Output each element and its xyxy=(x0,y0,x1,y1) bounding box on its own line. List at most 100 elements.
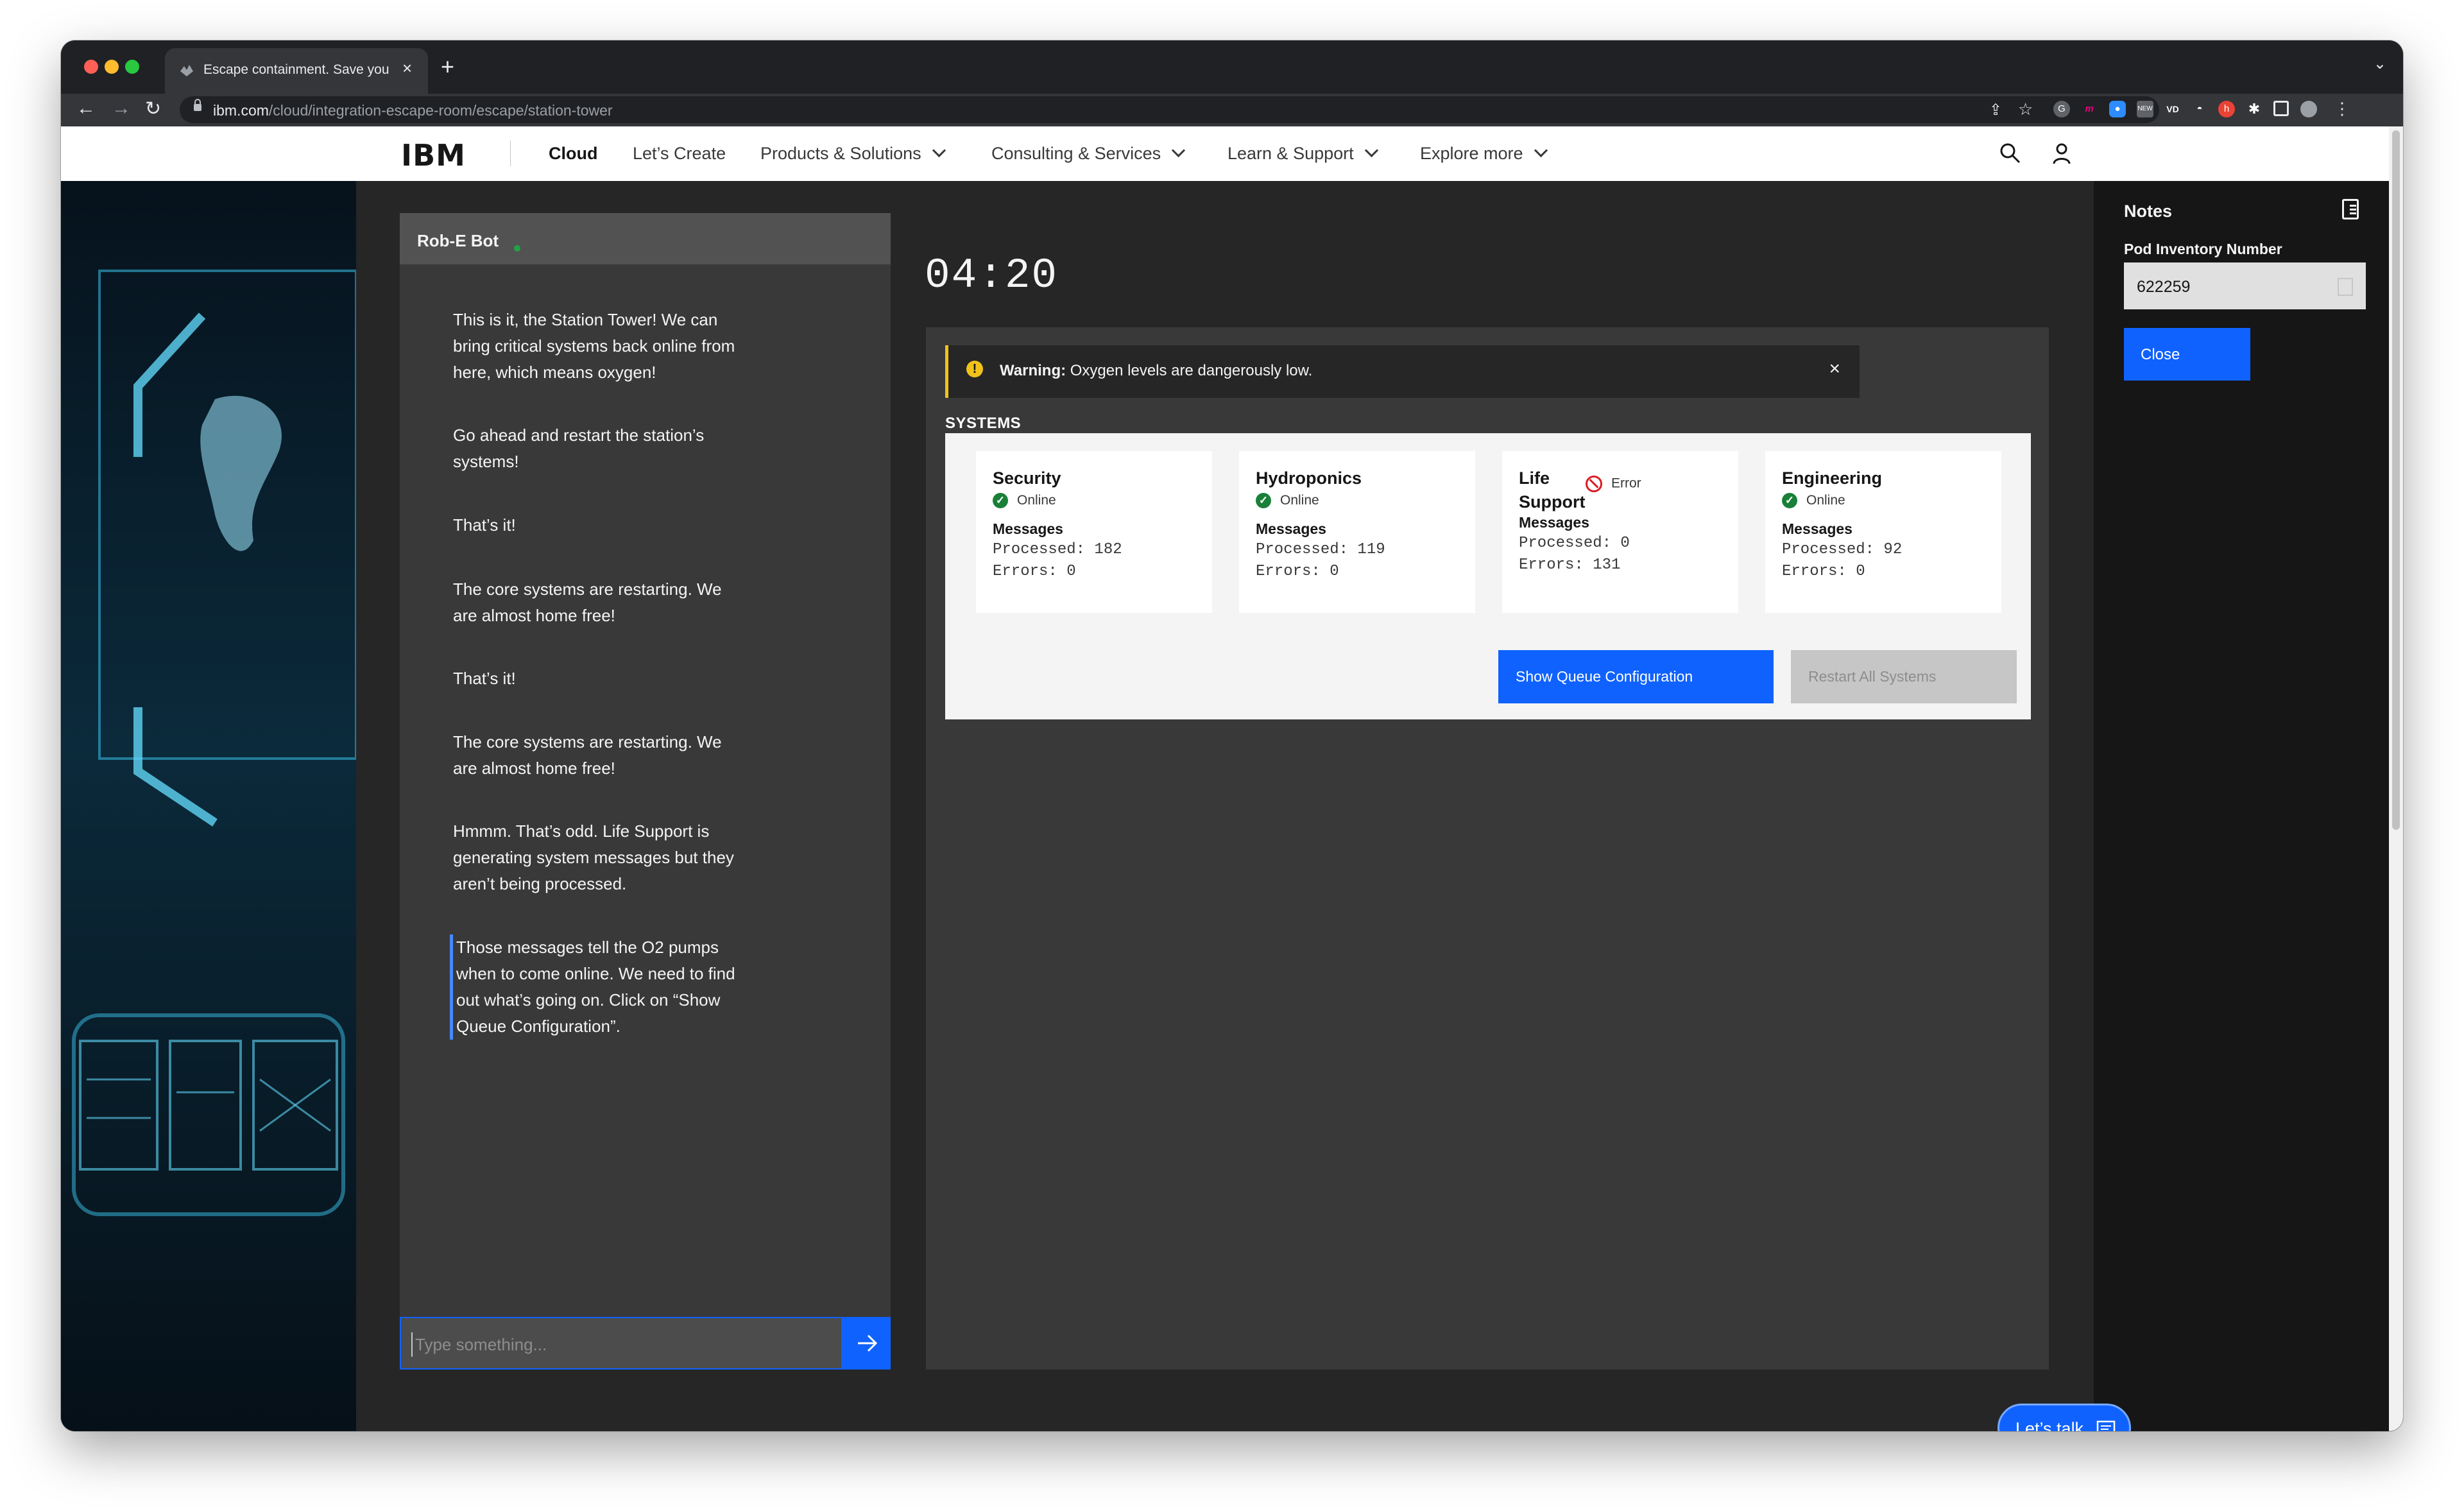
close-icon[interactable]: × xyxy=(1829,358,1840,380)
bookmark-star-icon[interactable]: ☆ xyxy=(2018,99,2033,119)
arrow-right-icon xyxy=(858,1334,878,1352)
status-badge: ✓ Online xyxy=(1782,493,1845,509)
tab-close-icon[interactable]: × xyxy=(402,58,412,78)
chat-input-box[interactable] xyxy=(400,1317,843,1370)
extensions-puzzle-icon[interactable]: ✱ xyxy=(2246,101,2263,117)
send-button[interactable] xyxy=(843,1317,891,1370)
side-panel-icon[interactable] xyxy=(2273,101,2289,116)
error-count: Errors: 0 xyxy=(993,563,1076,580)
nav-item-lets-create[interactable]: Let’s Create xyxy=(633,144,726,164)
browser-tab[interactable]: Escape containment. Save you × xyxy=(165,48,428,94)
url-text: ibm.com/cloud/integration-escape-room/es… xyxy=(213,102,613,119)
chevron-down-icon xyxy=(1534,143,1548,158)
nav-item-cloud[interactable]: Cloud xyxy=(549,144,597,164)
masthead-divider xyxy=(510,141,511,166)
systems-heading: SYSTEMS xyxy=(945,415,1022,432)
user-icon[interactable] xyxy=(2050,142,2073,165)
warning-message: Warning: Oxygen levels are dangerously l… xyxy=(1000,362,1312,380)
error-icon xyxy=(1586,476,1602,492)
system-card-hydroponics: Hydroponics ✓ Online Messages Processed: … xyxy=(1239,451,1475,613)
status-text: Online xyxy=(1806,493,1845,508)
nav-item-products-solutions[interactable]: Products & Solutions xyxy=(760,143,946,164)
extension-eye-icon[interactable]: ◓ xyxy=(2191,101,2208,117)
browser-window: Escape containment. Save you × + ⌄ ← → ↻… xyxy=(61,40,2403,1431)
minimize-window-icon[interactable] xyxy=(105,60,119,74)
forward-arrow-icon[interactable]: → xyxy=(112,98,131,119)
maximize-window-icon[interactable] xyxy=(125,60,139,74)
ibm-logo[interactable]: IBM xyxy=(401,138,466,173)
chat-message: This is it, the Station Tower! We can br… xyxy=(453,310,735,382)
chat-message: The core systems are restarting. We are … xyxy=(453,580,722,625)
processed-count: Processed: 182 xyxy=(993,541,1122,558)
processed-count: Processed: 0 xyxy=(1519,535,1630,552)
pod-inventory-field[interactable]: 622259 xyxy=(2124,262,2366,309)
show-queue-configuration-button[interactable]: Show Queue Configuration xyxy=(1498,650,1774,703)
close-window-icon[interactable] xyxy=(84,60,98,74)
restart-all-systems-button[interactable]: Restart All Systems xyxy=(1791,650,2017,703)
back-arrow-icon[interactable]: ← xyxy=(76,98,96,119)
chat-message: That’s it! xyxy=(453,669,516,688)
notebook-icon[interactable] xyxy=(2342,199,2359,219)
copy-icon[interactable] xyxy=(2338,278,2353,296)
status-badge: ✓ Online xyxy=(993,493,1056,509)
share-icon[interactable]: ⇪ xyxy=(1989,101,2002,119)
extension-m-icon[interactable]: m xyxy=(2081,101,2098,117)
system-name: Security xyxy=(993,468,1061,488)
extension-g-icon[interactable]: G xyxy=(2053,101,2070,117)
notes-title: Notes xyxy=(2124,202,2173,221)
extension-new-icon[interactable]: NEW xyxy=(2137,101,2153,117)
search-icon[interactable] xyxy=(1999,142,2022,165)
close-button[interactable]: Close xyxy=(2124,328,2250,381)
status-badge: ✓ Online xyxy=(1256,493,1319,509)
nav-label: Explore more xyxy=(1420,144,1523,163)
extension-h-icon[interactable]: h xyxy=(2218,101,2235,117)
online-indicator xyxy=(514,245,520,252)
notes-panel: Notes Pod Inventory Number 622259 Close xyxy=(2105,181,2389,1431)
url-host: ibm.com xyxy=(213,102,269,119)
nav-item-consulting-services[interactable]: Consulting & Services xyxy=(991,143,1186,164)
lets-talk-button[interactable]: Let’s talk xyxy=(1998,1404,2131,1431)
page-scrollbar[interactable] xyxy=(2389,126,2403,1431)
lock-icon xyxy=(194,99,201,111)
chat-message: Go ahead and restart the station’s syste… xyxy=(453,425,705,471)
system-card-security: Security ✓ Online Messages Processed: 182… xyxy=(976,451,1212,613)
nav-label: Consulting & Services xyxy=(991,144,1161,163)
chat-message-text: Those messages tell the O2 pumps when to… xyxy=(456,938,735,1036)
systems-panel: ! Warning: Oxygen levels are dangerously… xyxy=(926,327,2049,1370)
chat-message: That’s it! xyxy=(453,515,516,535)
messages-label: Messages xyxy=(1519,514,1589,531)
browser-menu-icon[interactable]: ⋮ xyxy=(2334,99,2350,119)
nav-item-learn-support[interactable]: Learn & Support xyxy=(1228,143,1378,164)
status-text: Online xyxy=(1280,493,1319,508)
nav-item-explore-more[interactable]: Explore more xyxy=(1420,143,1548,164)
checkmark-icon: ✓ xyxy=(993,493,1008,509)
extension-vd-icon[interactable]: VD xyxy=(2164,101,2181,117)
chat-input[interactable] xyxy=(411,1332,827,1357)
countdown-timer: 04:20 xyxy=(925,252,1059,300)
profile-avatar[interactable] xyxy=(2300,101,2317,117)
nav-label: Learn & Support xyxy=(1228,144,1354,163)
background-hologram-image xyxy=(61,181,356,1431)
chat-message-current: Those messages tell the O2 pumps when to… xyxy=(450,934,742,1040)
system-name: Life Support xyxy=(1519,468,1586,511)
tab-search-chevron-icon[interactable]: ⌄ xyxy=(2374,55,2386,73)
chat-header: Rob-E Bot xyxy=(400,213,891,264)
reload-icon[interactable]: ↻ xyxy=(145,98,161,120)
messages-label: Messages xyxy=(1782,520,1852,537)
new-tab-icon[interactable]: + xyxy=(441,53,454,80)
system-name: Hydroponics xyxy=(1256,468,1362,488)
system-name: Engineering xyxy=(1782,468,1883,488)
chevron-down-icon xyxy=(1172,143,1186,158)
processed-count: Processed: 92 xyxy=(1782,541,1903,558)
ibm-masthead: IBM Cloud Let’s Create Products & Soluti… xyxy=(61,126,2389,182)
site-favicon-icon xyxy=(180,65,193,76)
error-count: Errors: 0 xyxy=(1256,563,1339,580)
error-count: Errors: 131 xyxy=(1519,556,1621,574)
scrollbar-thumb[interactable] xyxy=(2392,130,2400,830)
system-card-engineering: Engineering ✓ Online Messages Processed: … xyxy=(1765,451,2001,613)
extension-zoom-icon[interactable]: ● xyxy=(2109,101,2126,117)
browser-toolbar: ← → ↻ ibm.com/cloud/integration-escape-r… xyxy=(61,94,2403,126)
chevron-down-icon xyxy=(1364,143,1378,158)
messages-label: Messages xyxy=(993,520,1063,537)
address-bar[interactable]: ibm.com/cloud/integration-escape-room/es… xyxy=(180,96,2159,123)
